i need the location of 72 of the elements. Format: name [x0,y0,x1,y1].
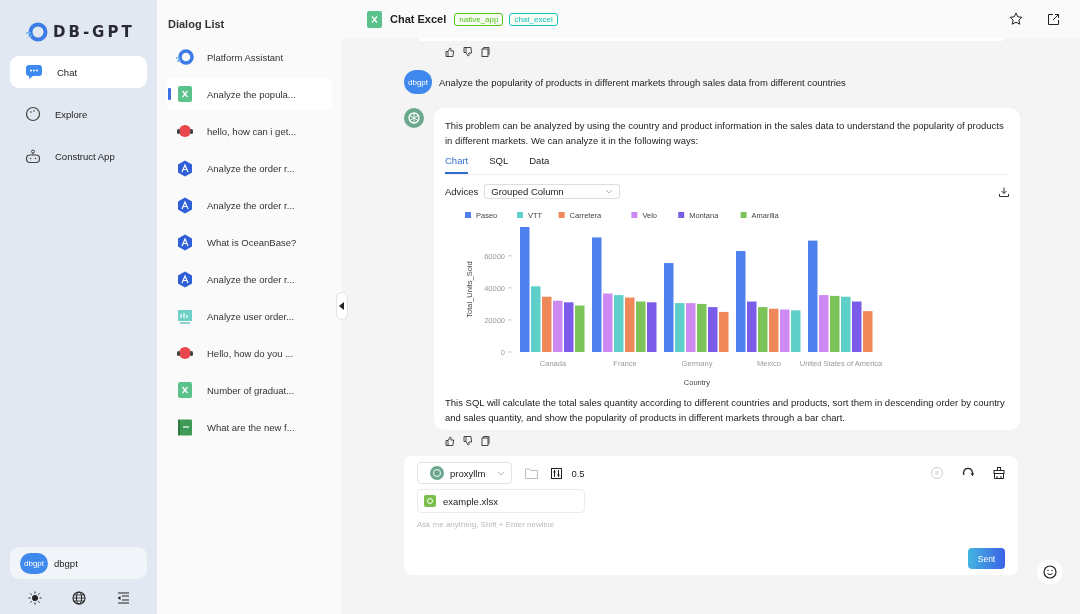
dialog-item[interactable]: Analyze user order... [167,300,332,332]
dialog-item[interactable]: Analyze the order r... [167,263,332,295]
chat-title: Chat Excel [390,13,447,25]
smiley-float-icon[interactable] [1037,559,1063,585]
user-message: Analyze the popularity of products in different markets through sales data from different countries [439,76,846,88]
dialog-item[interactable]: Number of graduat... [167,374,332,406]
hexagon-a-icon [175,270,195,288]
temperature-value: 0.5 [571,467,585,479]
collapse-menu-icon[interactable] [116,591,130,605]
nav-item[interactable]: Explore [10,98,147,130]
nav-item[interactable]: Chat [10,56,147,88]
dialog-item[interactable]: Analyze the popula... [167,78,332,110]
headset-bot-icon [175,123,195,139]
thumbs-down-icon[interactable] [463,47,473,57]
ring-logo-icon [175,48,195,66]
spreadsheet-x-icon [367,10,382,28]
dialog-list-title: Dialog List [168,18,226,30]
chevron-down-icon [497,470,506,476]
chart-type-select[interactable]: Grouped Column [484,184,621,199]
file-name: example.xlsx [443,495,498,507]
answer-tab[interactable]: Data [529,151,550,174]
dialog-item[interactable]: Analyze the order r... [167,152,332,184]
spreadsheet-x-icon [175,382,195,398]
robot-icon [25,148,41,164]
dialog-item[interactable]: hello, how can i get... [167,115,332,147]
star-icon[interactable] [1009,12,1023,26]
hexagon-a-icon [175,196,195,214]
nav-item[interactable]: Construct App [10,140,147,172]
file-icon [424,495,436,507]
share-icon[interactable] [1047,12,1060,26]
user-avatar: dbgpt [20,552,48,574]
broom-icon[interactable] [993,467,1005,479]
caret-left-icon [339,302,345,310]
copy-icon[interactable] [481,47,490,57]
user-name: dbgpt [54,557,78,569]
dialog-item[interactable]: What are the new f... [167,411,332,443]
refresh-icon[interactable] [962,467,974,479]
download-icon[interactable] [999,186,1009,197]
hexagon-a-icon [175,159,195,177]
smiley-icon [25,106,41,122]
dialog-item[interactable]: Hello, how do you ... [167,337,332,369]
copy-icon[interactable] [481,436,490,446]
dialog-item[interactable]: What is OceanBase? [167,226,332,258]
chevron-down-icon [605,189,614,194]
document-icon [175,418,195,436]
user-avatar: dbgpt [404,70,432,94]
sliders-icon[interactable] [551,467,563,479]
logo-text: DB-GPT [53,23,135,41]
answer-summary: This SQL will calculate the total sales quantity according to different countries and products, sort them in descending order by country and sales quantity, and show the popularity of products in different markets through a bar chart. [445,396,1006,425]
app-tag: native_app [454,12,504,26]
report-board-icon [175,308,195,324]
thumbs-up-icon[interactable] [445,47,455,57]
answer-tab[interactable]: SQL [489,151,509,174]
thumbs-down-icon[interactable] [463,436,473,446]
thumbs-up-icon[interactable] [445,436,455,446]
app-tag: chat_excel [509,12,558,26]
user-card[interactable]: dbgpt dbgpt [10,547,147,579]
headset-bot-icon [175,345,195,361]
answer-tab[interactable]: Chart [445,151,469,174]
dialog-item[interactable]: Platform Assistant [167,41,332,73]
sun-icon[interactable] [28,591,42,605]
chat-bubble-icon [25,64,43,80]
answer-intro: This problem can be analyzed by using the country and product information in the sales data to understand the popularity of products in different markets. We can analyze it in the following ways: [445,119,1005,148]
hexagon-a-icon [175,233,195,251]
collapse-panel-button[interactable] [336,292,348,320]
advices-label: Advices [445,186,479,197]
logo-ring-icon [24,21,50,43]
attached-file[interactable]: example.xlsx [417,489,585,513]
dialog-item[interactable]: Analyze the order r... [167,189,332,221]
model-select[interactable]: proxyllm [417,462,513,484]
globe-icon[interactable] [72,591,86,605]
spreadsheet-x-icon [175,86,195,102]
